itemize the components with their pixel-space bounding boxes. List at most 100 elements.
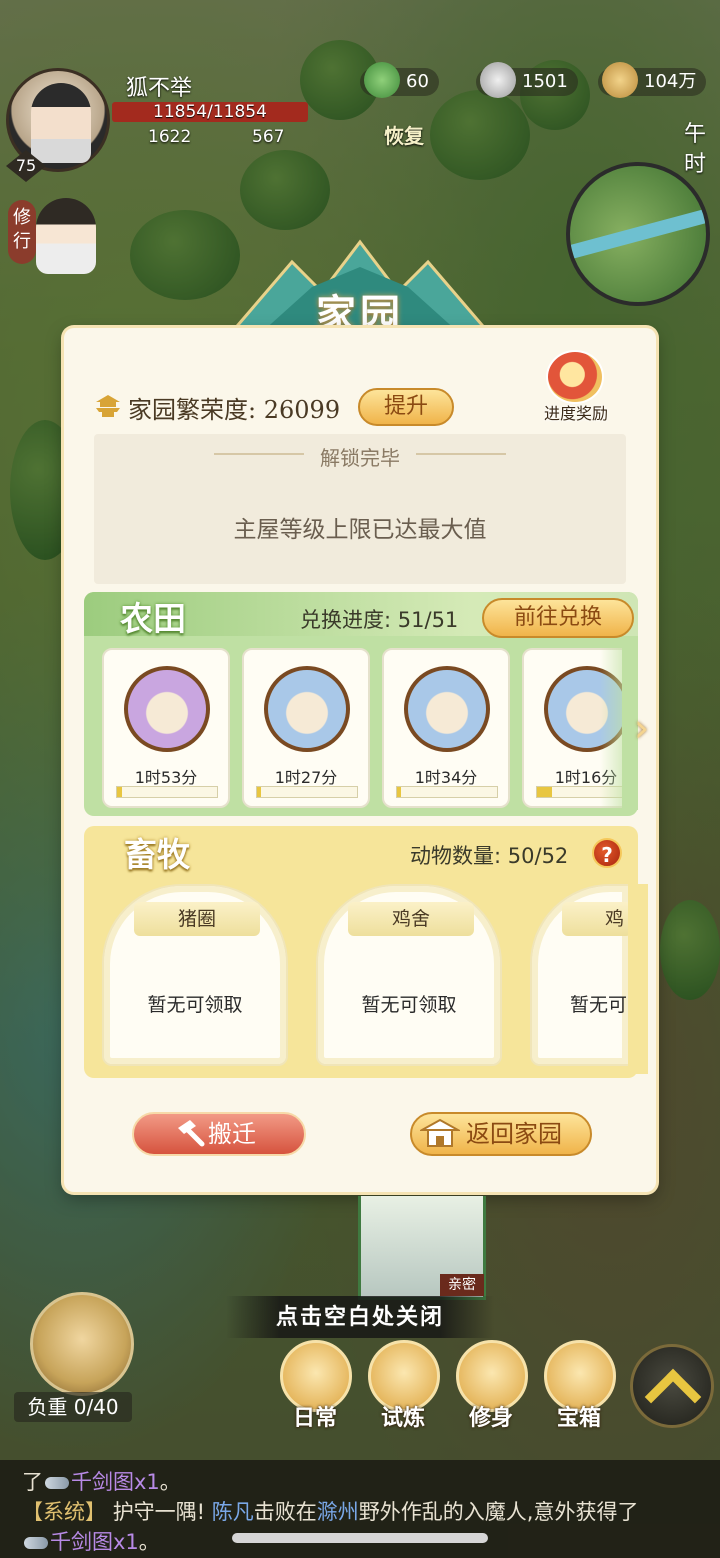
scroll-fade bbox=[600, 648, 638, 810]
stat-a: 1622 bbox=[148, 127, 192, 147]
nav-cultivation[interactable]: 修身 bbox=[450, 1340, 532, 1432]
home-indicator[interactable] bbox=[232, 1533, 488, 1543]
pen-status: 暂无可领取 bbox=[147, 994, 243, 1016]
exchange-progress-value: 51/51 bbox=[397, 608, 459, 632]
exchange-progress: 兑换进度: 51/51 bbox=[300, 604, 458, 634]
prosperity-value: 26099 bbox=[263, 396, 341, 424]
relocate-button[interactable]: 搬迁 bbox=[132, 1112, 306, 1156]
white-mushroom-icon bbox=[264, 666, 350, 752]
hp-bar: 11854/11854 bbox=[112, 102, 308, 122]
carry-weight-label: 负重 0/40 bbox=[14, 1392, 132, 1422]
nav-daily[interactable]: 日常 bbox=[274, 1340, 356, 1432]
jade-icon bbox=[364, 62, 400, 98]
prosperity-label: 家园繁荣度: bbox=[128, 396, 257, 424]
pen-card[interactable]: 猪圈 暂无可领取 bbox=[102, 884, 288, 1066]
farmland-title: 农田 bbox=[120, 599, 186, 638]
crop-card[interactable]: 1时27分 bbox=[242, 648, 370, 808]
animal-count-label: 动物数量: bbox=[410, 844, 502, 868]
chat-line: 【系统】 护守一隅! 陈凡击败在滁州野外作乱的入魔人,意外获得了 bbox=[22, 1496, 638, 1526]
help-icon[interactable]: ? bbox=[592, 838, 622, 868]
inventory-cart-button[interactable] bbox=[30, 1292, 134, 1396]
chat-player-name[interactable]: 陈凡 bbox=[212, 1500, 254, 1524]
pen-status: 暂无可 bbox=[570, 994, 628, 1016]
crop-progress-fill bbox=[537, 787, 552, 797]
pen-card[interactable]: 鸡舍 暂无可领取 bbox=[316, 884, 502, 1066]
pen-name: 猪圈 bbox=[134, 902, 260, 936]
chat-text: 。 bbox=[159, 1470, 181, 1494]
chat-text: 野外作乱的入魔人,意外获得了 bbox=[358, 1500, 639, 1524]
close-hint: 点击空白处关闭 bbox=[226, 1296, 494, 1338]
house-icon bbox=[420, 1118, 460, 1147]
copper-coins-icon bbox=[602, 62, 638, 98]
animal-count: 动物数量: 50/52 bbox=[410, 840, 568, 870]
unlock-message: 主屋等级上限已达最大值 bbox=[233, 517, 487, 543]
chat-channel: 【系统】 bbox=[22, 1500, 106, 1524]
minimap[interactable] bbox=[566, 162, 710, 306]
scroll-edge bbox=[628, 884, 648, 1074]
chat-place[interactable]: 滁州 bbox=[317, 1500, 359, 1524]
relocate-label: 搬迁 bbox=[208, 1120, 256, 1148]
unlock-panel: 解锁完毕 主屋等级上限已达最大值 bbox=[94, 434, 626, 584]
resource-value: 1501 bbox=[522, 71, 568, 92]
livestock-title: 畜牧 bbox=[124, 835, 190, 874]
practice-tag[interactable]: 修行 bbox=[8, 200, 36, 264]
crop-card[interactable]: 1时53分 bbox=[102, 648, 230, 808]
crop-progress-fill bbox=[257, 787, 261, 797]
crop-progress-bar bbox=[116, 786, 218, 798]
progress-reward-button[interactable]: 进度奖励 bbox=[536, 350, 616, 424]
chat-text: 了 bbox=[22, 1470, 43, 1494]
resource-silver[interactable]: 1501 bbox=[476, 62, 578, 98]
chat-item[interactable]: 千剑图x1 bbox=[71, 1470, 160, 1494]
upgrade-button[interactable]: 提升 bbox=[358, 388, 454, 426]
crop-progress-fill bbox=[397, 787, 401, 797]
crop-timer: 1时53分 bbox=[134, 768, 198, 787]
pen-name: 鸡 bbox=[562, 902, 628, 936]
crop-progress-bar bbox=[256, 786, 358, 798]
chat-line: 千剑图x1。 bbox=[22, 1526, 160, 1556]
player-name: 狐不举 bbox=[126, 76, 193, 101]
return-home-label: 返回家园 bbox=[466, 1120, 562, 1148]
time-of-day: 午时 bbox=[683, 122, 706, 177]
exchange-progress-label: 兑换进度: bbox=[300, 608, 392, 632]
nav-treasure[interactable]: 宝箱 bbox=[538, 1340, 620, 1432]
unlock-title: 解锁完毕 bbox=[320, 446, 400, 470]
nav-label: 日常 bbox=[292, 1405, 337, 1431]
animal-count-value: 50/52 bbox=[507, 844, 569, 868]
hammer-icon bbox=[178, 1120, 205, 1147]
crop-card[interactable]: 1时34分 bbox=[382, 648, 510, 808]
avatar-portrait bbox=[31, 83, 91, 163]
menu-toggle-button[interactable] bbox=[630, 1344, 714, 1428]
nav-trial[interactable]: 试炼 bbox=[362, 1340, 444, 1432]
crop-timer: 1时34分 bbox=[414, 768, 478, 787]
pen-status: 暂无可领取 bbox=[361, 994, 457, 1016]
chat-text: 。 bbox=[138, 1530, 160, 1554]
go-exchange-button[interactable]: 前往兑换 bbox=[482, 598, 634, 638]
resource-coins[interactable]: 104万 bbox=[598, 62, 707, 98]
crop-progress-bar bbox=[396, 786, 498, 798]
chat-text: 护守一隅! bbox=[112, 1500, 206, 1524]
chevron-right-icon[interactable]: › bbox=[634, 706, 656, 750]
resource-value: 60 bbox=[406, 71, 429, 92]
chat-text: 击败在 bbox=[253, 1500, 317, 1524]
pagoda-icon bbox=[96, 395, 120, 417]
porcini-mushroom-icon bbox=[124, 666, 210, 752]
resource-value: 104万 bbox=[644, 71, 697, 92]
crop-timer: 1时27分 bbox=[274, 768, 338, 787]
reward-bag-icon bbox=[546, 350, 604, 404]
resource-jade[interactable]: 60 bbox=[360, 62, 439, 98]
recover-label[interactable]: 恢复 bbox=[384, 120, 424, 149]
sword-item-icon bbox=[45, 1477, 69, 1489]
nav-label: 试炼 bbox=[380, 1405, 425, 1431]
reward-label: 进度奖励 bbox=[543, 404, 608, 423]
pen-name: 鸡舍 bbox=[348, 902, 474, 936]
nav-label: 宝箱 bbox=[556, 1405, 601, 1431]
companion-chibi[interactable] bbox=[36, 198, 96, 274]
intimacy-tag: 亲密 bbox=[440, 1274, 484, 1296]
silver-ingot-icon bbox=[480, 62, 516, 98]
chevron-up-icon bbox=[644, 1368, 702, 1426]
chat-log[interactable]: 了千剑图x1。 【系统】 护守一隅! 陈凡击败在滁州野外作乱的入魔人,意外获得了… bbox=[0, 1460, 720, 1558]
sword-item-icon bbox=[24, 1537, 48, 1549]
crop-progress-fill bbox=[117, 787, 122, 797]
divider bbox=[416, 453, 506, 455]
chat-item[interactable]: 千剑图x1 bbox=[50, 1530, 139, 1554]
